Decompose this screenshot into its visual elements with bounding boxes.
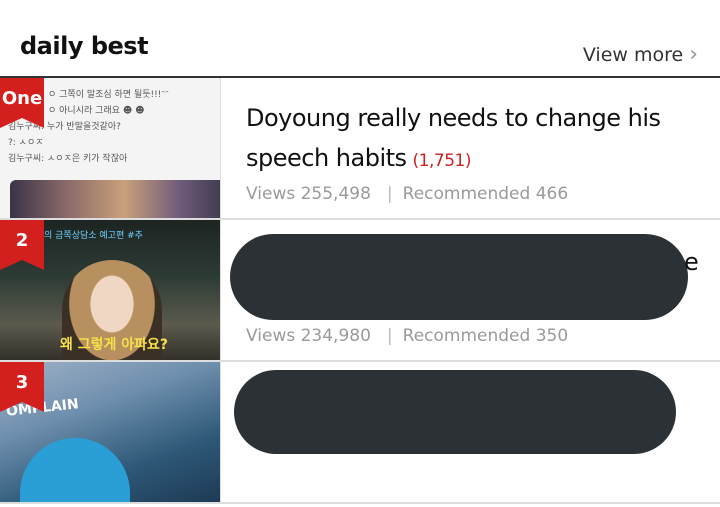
thumbnail[interactable]: ㅇ 그쪽이 말조심 하면 될듯!!!ᵔᵔ ㅇ 아니시라 그래요 ☻ ☻ 김누구씨… bbox=[0, 78, 221, 218]
thumbnail-image bbox=[10, 180, 220, 218]
list-item[interactable]: OMPLAIN 3 bbox=[0, 362, 720, 504]
views-count: Views 234,980 bbox=[246, 326, 371, 346]
chevron-right-icon: › bbox=[689, 42, 698, 67]
rank-badge: 2 bbox=[0, 220, 44, 270]
list-item[interactable]: ㅇ 그쪽이 말조심 하면 될듯!!!ᵔᵔ ㅇ 아니시라 그래요 ☻ ☻ 김누구씨… bbox=[0, 78, 720, 220]
thumbnail[interactable]: 의 금쪽상담소 예고편 #추 왜 그렇게 아파요? 2 bbox=[0, 220, 221, 360]
recommended-count: Recommended 350 bbox=[402, 326, 569, 346]
thumbnail-image bbox=[20, 438, 130, 502]
item-content[interactable]: Doyoung really needs to change his speec… bbox=[246, 78, 700, 218]
section-title: daily best bbox=[20, 32, 149, 60]
thumbnail-caption: 의 금쪽상담소 예고편 #추 bbox=[44, 231, 143, 241]
view-more-label: View more bbox=[582, 44, 684, 66]
thumbnail[interactable]: OMPLAIN 3 bbox=[0, 362, 221, 502]
list-item[interactable]: 의 금쪽상담소 예고편 #추 왜 그렇게 아파요? 2 e Views 234,… bbox=[0, 220, 720, 362]
view-more-link[interactable]: View more › bbox=[582, 42, 698, 67]
divider: | bbox=[386, 184, 393, 204]
post-stats: Views 234,980 | Recommended 350 bbox=[246, 326, 568, 346]
rank-badge: 3 bbox=[0, 362, 44, 412]
views-count: Views 255,498 bbox=[246, 184, 371, 204]
thumbnail-subtitle: 왜 그렇게 아파요? bbox=[60, 337, 169, 353]
post-title[interactable]: Doyoung really needs to change his speec… bbox=[246, 98, 696, 181]
post-stats: Views 255,498 | Recommended 466 bbox=[246, 184, 568, 204]
section-header: daily best View more › bbox=[0, 0, 720, 78]
comment-count: (1,751) bbox=[412, 151, 472, 171]
rank-badge: One bbox=[0, 78, 44, 128]
item-content[interactable]: Views 234,980 | Recommended 350 bbox=[246, 220, 700, 360]
recommended-count: Recommended 466 bbox=[402, 184, 569, 204]
redaction-bar bbox=[234, 370, 676, 454]
divider: | bbox=[386, 326, 393, 346]
